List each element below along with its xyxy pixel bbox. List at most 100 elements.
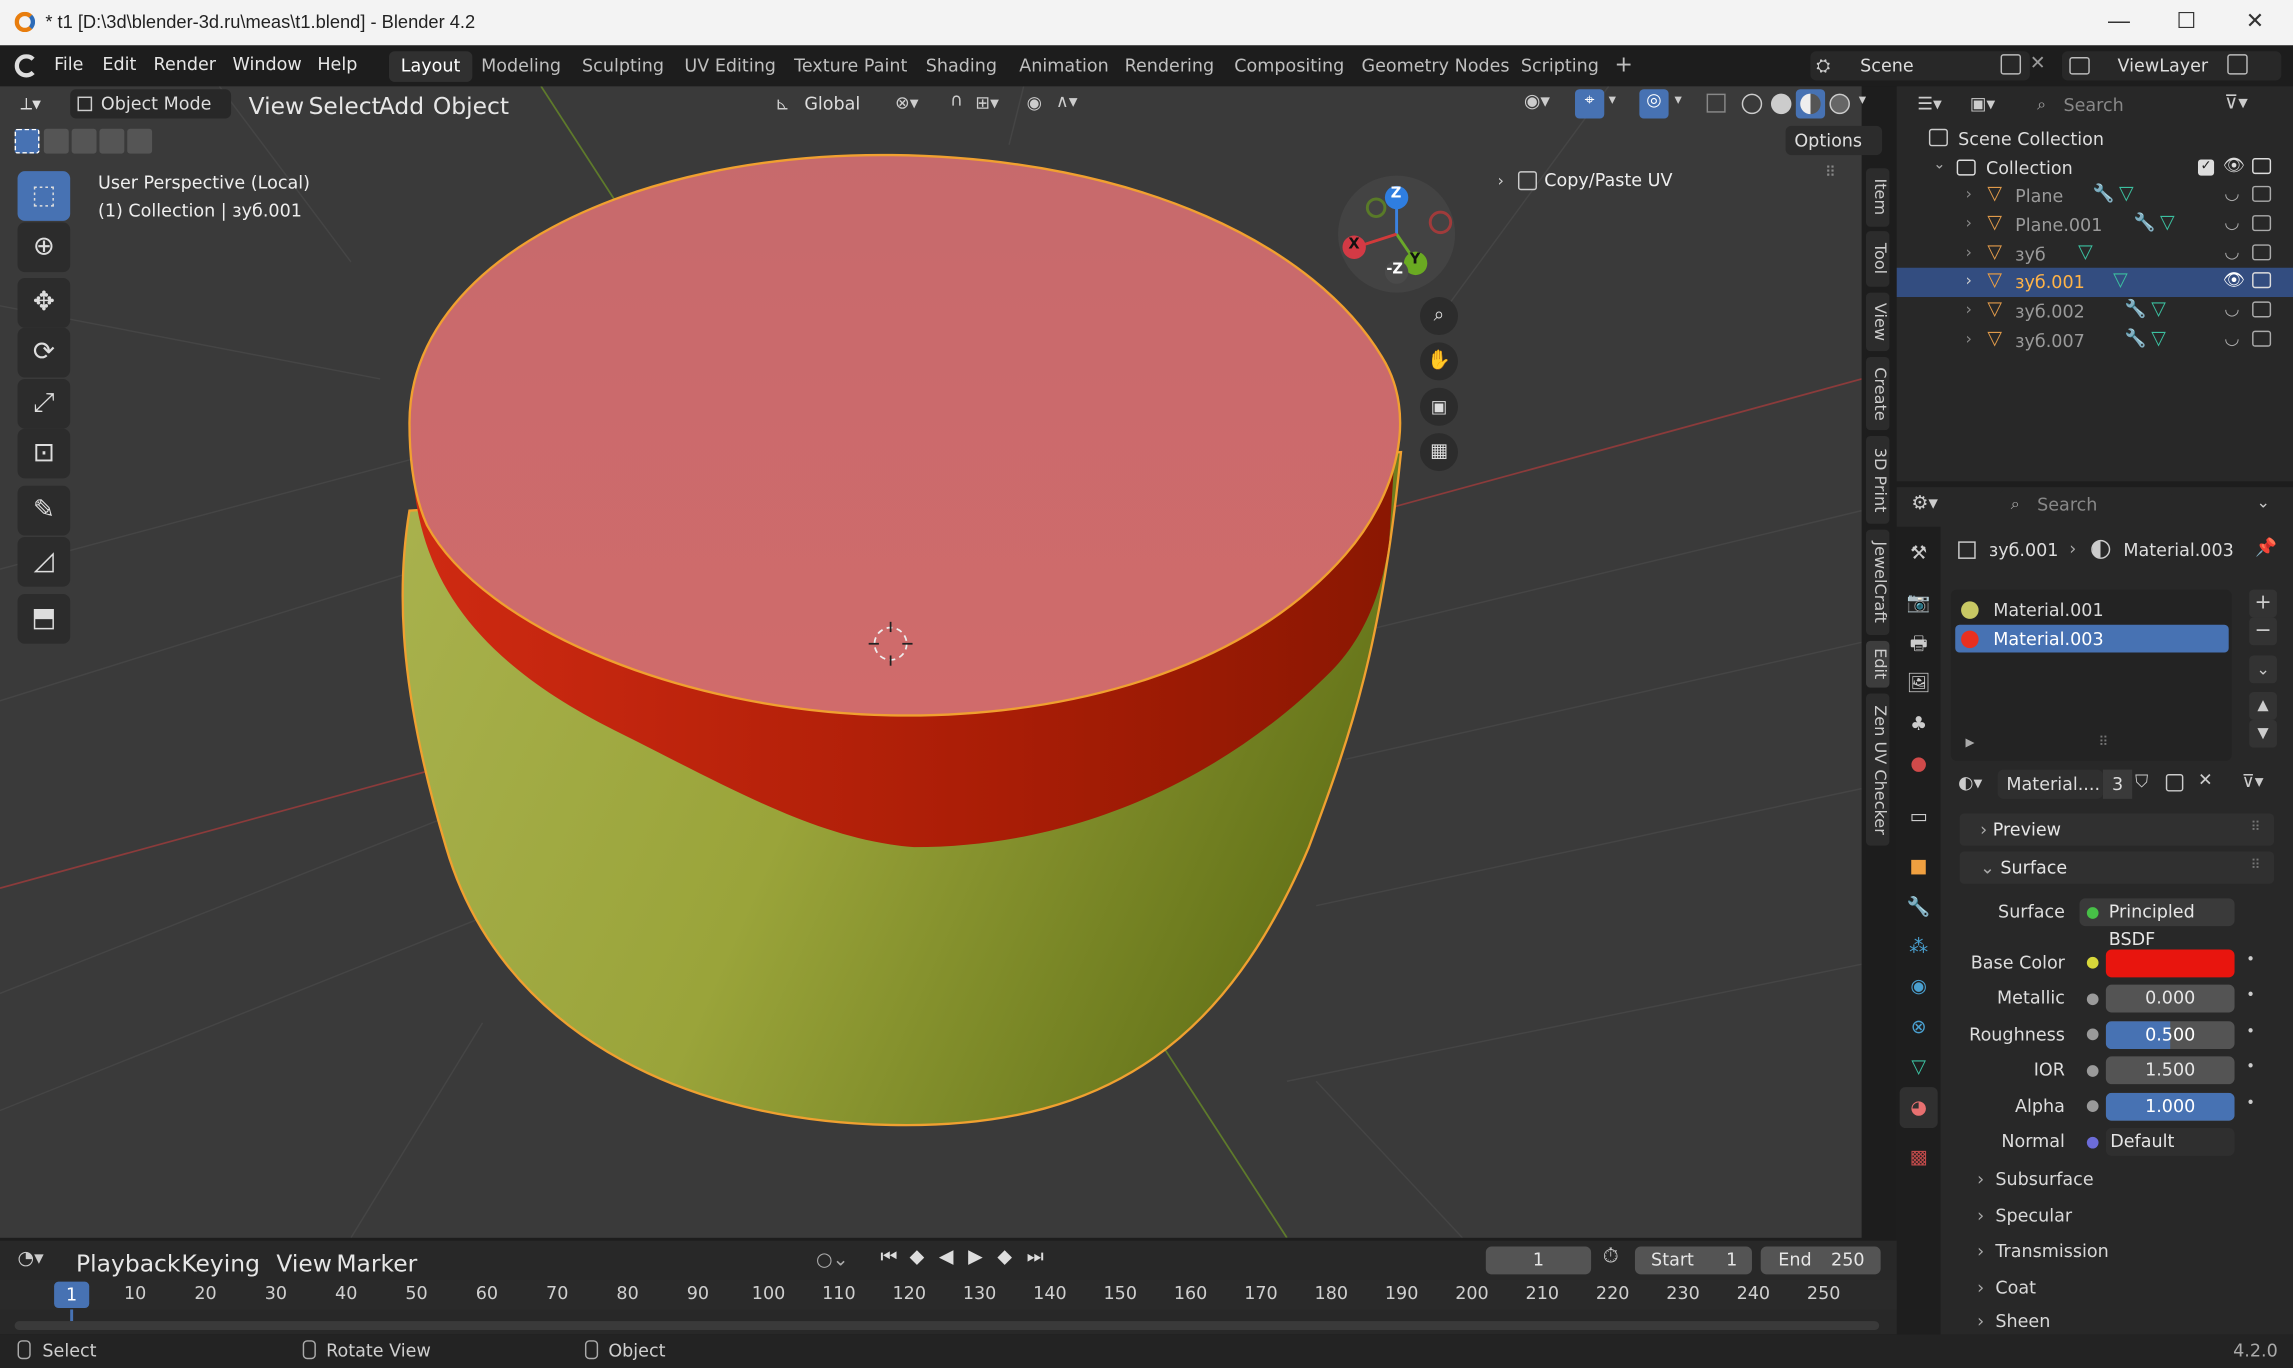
scene-tab-icon[interactable]: ♣ <box>1906 713 1932 739</box>
ior-field[interactable]: 1.500 <box>2105 1056 2235 1085</box>
properties-editor-icon[interactable]: ⚙▾ <box>1911 493 1938 515</box>
shading-dropdown-icon[interactable]: ▾ <box>1859 92 1866 108</box>
data-tab-icon[interactable]: ▽ <box>1906 1055 1932 1081</box>
rendered-shading-icon[interactable] <box>1829 93 1850 115</box>
scale-tool[interactable]: ⤢ <box>17 378 71 429</box>
coat-panel[interactable]: › Coat <box>1960 1273 2274 1305</box>
expand-chevron-icon[interactable]: › <box>1965 243 1971 262</box>
overlay-toggle-icon[interactable]: ◎ <box>1639 89 1669 119</box>
vp-menu-object[interactable]: Object <box>433 92 509 120</box>
gizmo-dropdown-icon[interactable]: ▾ <box>1609 92 1616 108</box>
render-camera-icon[interactable] <box>2252 185 2272 202</box>
timeline-scrollbar[interactable] <box>14 1321 1880 1330</box>
new-scene-icon[interactable] <box>2000 54 2022 75</box>
start-frame-field[interactable]: Start 1 <box>1634 1246 1752 1275</box>
end-frame-field[interactable]: End 250 <box>1760 1246 1881 1275</box>
proportional-edit-icon[interactable]: ◉ <box>1027 92 1042 112</box>
minimize-button[interactable]: — <box>2099 6 2140 38</box>
base-color-swatch[interactable] <box>2105 949 2235 978</box>
expand-chevron-icon[interactable]: › <box>1965 184 1971 203</box>
3d-viewport[interactable]: Z Y X -Z User Perspective (Local) (1) Co… <box>0 86 1862 1238</box>
link-type-icon[interactable]: ⊽▾ <box>2242 771 2264 791</box>
add-cube-tool[interactable]: ⬒ <box>17 594 71 644</box>
next-keyframe-icon[interactable]: ◆ <box>997 1247 1012 1269</box>
gizmo-x-label[interactable]: X <box>1348 237 1359 253</box>
select-subtract-icon[interactable] <box>71 128 97 154</box>
tab-shading[interactable]: Shading <box>914 51 1009 82</box>
copy-paste-uv-panel[interactable]: Copy/Paste UV <box>1544 170 1672 190</box>
ntab-edit[interactable]: Edit <box>1866 640 1890 688</box>
select-box-tool[interactable]: ⬚ <box>17 171 71 221</box>
menu-help[interactable]: Help <box>317 54 357 74</box>
snap-icon[interactable]: ∩ <box>941 89 972 119</box>
expand-chevron-icon[interactable]: › <box>1965 271 1971 290</box>
menu-edit[interactable]: Edit <box>102 54 136 74</box>
ntab-view[interactable]: View <box>1866 292 1890 352</box>
pan-hand-icon[interactable]: ✋ <box>1419 342 1459 381</box>
tab-uv-editing[interactable]: UV Editing <box>673 51 788 82</box>
tool-tab-icon[interactable]: ⚒ <box>1906 541 1932 567</box>
outliner-object-row[interactable]: › ▽ зуб.002 🔧 ▽ ◡ <box>1897 297 2293 326</box>
current-frame-field[interactable]: 1 <box>1485 1246 1592 1275</box>
outliner-search-input[interactable]: Search <box>2025 90 2198 120</box>
object-tab-icon[interactable]: ■ <box>1906 854 1932 880</box>
eye-icon[interactable]: 👁 <box>2223 269 2245 289</box>
remove-scene-icon[interactable]: ✕ <box>2030 53 2046 75</box>
collection-tab-icon[interactable]: ▭ <box>1906 805 1932 831</box>
roughness-slider[interactable]: 0.500 <box>2105 1021 2235 1050</box>
panel-drag-icon[interactable]: ⠿ <box>1825 165 1836 181</box>
constraints-tab-icon[interactable]: ⊗ <box>1906 1015 1932 1041</box>
tab-compositing[interactable]: Compositing <box>1223 51 1356 82</box>
menu-window[interactable]: Window <box>233 54 302 74</box>
keyframe-dot-icon[interactable]: • <box>2246 1059 2255 1075</box>
tab-scripting[interactable]: Scripting <box>1509 51 1610 82</box>
remove-slot-button[interactable]: − <box>2249 617 2277 646</box>
cursor-tool[interactable]: ⊕ <box>17 222 71 273</box>
select-extend-icon[interactable] <box>43 128 69 154</box>
modifier-tab-icon[interactable]: 🔧 <box>1906 895 1932 921</box>
checkbox-icon[interactable]: ✓ <box>2197 159 2215 176</box>
solid-shading-icon[interactable] <box>1770 93 1792 115</box>
specular-panel[interactable]: › Specular <box>1960 1201 2274 1233</box>
output-tab-icon[interactable]: 🖶 <box>1906 632 1932 658</box>
fake-user-shield-icon[interactable]: ⛉ <box>2135 771 2148 793</box>
tab-animation[interactable]: Animation <box>1008 51 1121 82</box>
outliner-editor-icon[interactable]: ☰▾ <box>1917 94 1942 114</box>
subsurface-panel[interactable]: › Subsurface <box>1960 1165 2274 1197</box>
add-slot-button[interactable]: + <box>2249 589 2277 618</box>
tab-geometry-nodes[interactable]: Geometry Nodes <box>1350 51 1521 82</box>
render-camera-icon[interactable] <box>2252 244 2272 261</box>
expand-chevron-icon[interactable]: › <box>1965 300 1971 319</box>
expand-chevron-icon[interactable]: › <box>1965 329 1971 348</box>
normal-field[interactable]: Default <box>2105 1128 2235 1156</box>
tab-rendering[interactable]: Rendering <box>1113 51 1226 82</box>
ntab-jewelcraft[interactable]: JewelCraft <box>1866 529 1890 635</box>
render-camera-icon[interactable] <box>2252 215 2272 232</box>
render-camera-icon[interactable] <box>2252 272 2272 289</box>
camera-view-icon[interactable]: ▣ <box>1419 387 1459 426</box>
select-invert-icon[interactable] <box>99 128 125 154</box>
wireframe-shading-icon[interactable] <box>1741 93 1763 115</box>
pin-icon[interactable]: 📌 <box>2255 537 2277 557</box>
material-tab-icon[interactable]: ◕ <box>1906 1096 1932 1122</box>
tab-texture-paint[interactable]: Texture Paint <box>782 51 919 82</box>
material-name-field[interactable]: Material.... <box>1997 769 2103 799</box>
view-layer-tab-icon[interactable]: 🖼 <box>1906 672 1932 698</box>
tab-modeling[interactable]: Modeling <box>469 51 572 82</box>
zoom-icon[interactable]: ⌕ <box>1419 297 1459 336</box>
move-tool[interactable]: ✥ <box>17 277 71 328</box>
panel-drag-icon[interactable]: ⠿ <box>2251 821 2261 836</box>
outliner-object-row[interactable]: › ▽ зуб ▽ ◡ <box>1897 240 2293 269</box>
render-camera-icon[interactable] <box>2252 330 2272 347</box>
list-resize-handle-icon[interactable]: ⠿ <box>2099 736 2109 751</box>
transmission-panel[interactable]: › Transmission <box>1960 1236 2274 1268</box>
visibility-icon[interactable]: ◉▾ <box>1524 91 1550 113</box>
ntab-3d-print[interactable]: 3D Print <box>1866 436 1890 524</box>
physics-tab-icon[interactable]: ◉ <box>1906 974 1932 1000</box>
auto-key-icon[interactable]: ○⌄ <box>816 1249 849 1271</box>
gizmo-toggle-icon[interactable]: ⌖ <box>1575 89 1605 119</box>
texture-tab-icon[interactable]: ▩ <box>1906 1146 1932 1172</box>
surface-panel-header[interactable]: ⌄ Surface <box>1959 851 2275 884</box>
properties-options-icon[interactable]: ⌄ <box>2256 493 2269 512</box>
keyframe-dot-icon[interactable]: • <box>2246 1096 2255 1112</box>
